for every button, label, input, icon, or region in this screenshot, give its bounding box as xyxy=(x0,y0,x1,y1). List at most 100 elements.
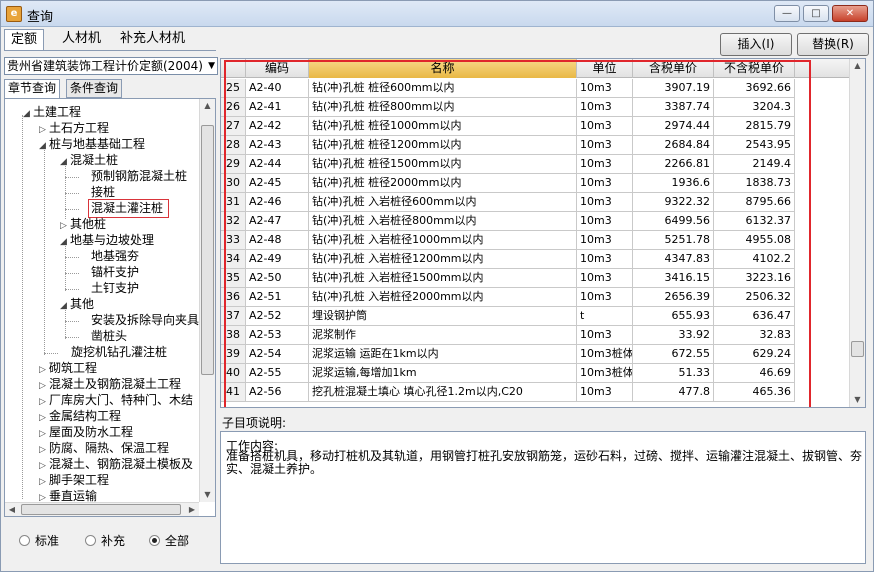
radio-standard[interactable]: 标准 xyxy=(19,532,59,549)
tree-node[interactable]: ▷ 砌筑工程 xyxy=(39,361,97,378)
tree-horizontal-scrollbar[interactable]: ◀ ▶ xyxy=(5,502,199,516)
tree-node[interactable]: 凿桩头 xyxy=(91,329,127,344)
tree-node[interactable]: ▷ 土石方工程 xyxy=(39,121,109,138)
scroll-up-icon[interactable]: ▲ xyxy=(850,59,865,73)
tree-node[interactable]: ◢ 桩与地基基础工程 xyxy=(39,137,145,154)
table-row[interactable]: 33 A2-48 钻(冲)孔桩 入岩桩径1000mm以内 10m3 5251.78 495… xyxy=(221,231,795,250)
expand-icon[interactable]: ▷ xyxy=(39,427,49,442)
header-name[interactable]: 名称 xyxy=(309,59,577,78)
table-row[interactable]: 34 A2-49 钻(冲)孔桩 入岩桩径1200mm以内 10m3 4347.83 410… xyxy=(221,250,795,269)
tree-node[interactable]: ▷ 混凝土、钢筋混凝土模板及 xyxy=(39,457,193,474)
header-unit[interactable]: 单位 xyxy=(577,59,633,78)
tree-node[interactable]: ▷ 脚手架工程 xyxy=(39,473,109,490)
maximize-button[interactable]: □ xyxy=(803,5,829,22)
tree-node[interactable]: 锚杆支护 xyxy=(91,265,139,280)
insert-button[interactable]: 插入(I) xyxy=(720,33,792,56)
table-row[interactable]: 28 A2-43 钻(冲)孔桩 桩径1200mm以内 10m3 2684.84 2543.… xyxy=(221,136,795,155)
collapse-icon[interactable]: ◢ xyxy=(39,139,49,154)
collapse-icon[interactable]: ◢ xyxy=(60,235,70,250)
tab-supplement-material[interactable]: 补充人材机 xyxy=(114,29,191,51)
expand-icon[interactable]: ▷ xyxy=(39,363,49,378)
tree-node[interactable]: 接桩 xyxy=(91,185,115,200)
tree-node[interactable]: ▷ 厂库房大门、特种门、木结 xyxy=(39,393,193,410)
collapse-icon[interactable]: ◢ xyxy=(23,107,33,122)
radio-all[interactable]: 全部 xyxy=(149,532,189,549)
tree-node[interactable]: ▷ 金属结构工程 xyxy=(39,409,121,426)
cell-price-notax: 2815.79 xyxy=(714,117,795,135)
scroll-up-icon[interactable]: ▲ xyxy=(200,99,215,113)
collapse-icon[interactable]: ◢ xyxy=(60,299,70,314)
table-row[interactable]: 30 A2-45 钻(冲)孔桩 桩径2000mm以内 10m3 1936.6 1838.7… xyxy=(221,174,795,193)
tree-node[interactable]: ◢ 地基与边坡处理 xyxy=(60,233,154,250)
cell-price-tax: 9322.32 xyxy=(633,193,714,211)
cell-name: 钻(冲)孔桩 桩径2000mm以内 xyxy=(309,174,577,192)
tab-chapter-query[interactable]: 章节查询 xyxy=(4,79,61,98)
expand-icon[interactable]: ▷ xyxy=(39,459,49,474)
table-row[interactable]: 36 A2-51 钻(冲)孔桩 入岩桩径2000mm以内 10m3 2656.39 250… xyxy=(221,288,795,307)
tree-node[interactable]: 旋挖机钻孔灌注桩 xyxy=(71,345,167,360)
tab-condition-query[interactable]: 条件查询 xyxy=(66,79,123,98)
expand-icon[interactable]: ▷ xyxy=(39,379,49,394)
scroll-down-icon[interactable]: ▼ xyxy=(200,488,215,502)
tree-node[interactable]: ◢ 土建工程 xyxy=(23,105,81,122)
tree-node[interactable]: 预制钢筋混凝土桩 xyxy=(91,169,187,184)
tree-node[interactable]: 安装及拆除导向夹具 xyxy=(91,313,199,328)
grid-vertical-scrollbar[interactable]: ▲ ▼ xyxy=(849,59,865,407)
expand-icon[interactable]: ▷ xyxy=(60,219,70,234)
query-window: e 查询 — □ ✕ 定额 人材机 补充人材机 插入(I) 替换(R) 贵州省建… xyxy=(0,0,874,572)
table-row[interactable]: 32 A2-47 钻(冲)孔桩 入岩桩径800mm以内 10m3 6499.56 6132… xyxy=(221,212,795,231)
cell-code: A2-45 xyxy=(246,174,309,192)
table-row[interactable]: 40 A2-55 泥浆运输,每增加1km 10m3桩体 51.33 46.69 xyxy=(221,364,795,383)
header-price-tax[interactable]: 含税单价 xyxy=(633,59,714,78)
table-row[interactable]: 35 A2-50 钻(冲)孔桩 入岩桩径1500mm以内 10m3 3416.15 322… xyxy=(221,269,795,288)
tree-node[interactable]: ▷ 混凝土及钢筋混凝土工程 xyxy=(39,377,181,394)
cell-unit: 10m3 xyxy=(577,193,633,211)
tab-labor-material[interactable]: 人材机 xyxy=(56,29,107,51)
replace-button[interactable]: 替换(R) xyxy=(797,33,869,56)
table-row[interactable]: 31 A2-46 钻(冲)孔桩 入岩桩径600mm以内 10m3 9322.32 8795… xyxy=(221,193,795,212)
tree-node[interactable]: ▷ 屋面及防水工程 xyxy=(39,425,133,442)
expand-icon[interactable]: ▷ xyxy=(39,443,49,458)
table-row[interactable]: 37 A2-52 埋设钢护筒 t 655.93 636.47 xyxy=(221,307,795,326)
minimize-button[interactable]: — xyxy=(774,5,800,22)
expand-icon[interactable]: ▷ xyxy=(39,123,49,138)
tree-node[interactable]: ▷ 其他桩 xyxy=(60,217,106,234)
collapse-icon[interactable]: ◢ xyxy=(60,155,70,170)
cell-name: 钻(冲)孔桩 入岩桩径1000mm以内 xyxy=(309,231,577,249)
quota-library-select[interactable]: 贵州省建筑装饰工程计价定额(2004) ▼ xyxy=(4,57,218,75)
tab-quota[interactable]: 定额 xyxy=(4,29,45,51)
expand-icon[interactable]: ▷ xyxy=(39,475,49,490)
scroll-right-icon[interactable]: ▶ xyxy=(185,503,199,516)
table-row[interactable]: 41 A2-56 挖孔桩混凝土填心 填心孔径1.2m以内,C20 10m3 477.8 4… xyxy=(221,383,795,402)
scroll-left-icon[interactable]: ◀ xyxy=(5,503,19,516)
header-price-notax[interactable]: 不含税单价 xyxy=(714,59,795,78)
expand-icon[interactable]: ▷ xyxy=(39,395,49,410)
tab-divider xyxy=(4,50,216,51)
scroll-down-icon[interactable]: ▼ xyxy=(850,393,865,407)
table-row[interactable]: 25 A2-40 钻(冲)孔桩 桩径600mm以内 10m3 3907.19 3692.6… xyxy=(221,79,795,98)
cell-unit: 10m3 xyxy=(577,136,633,154)
table-row[interactable]: 26 A2-41 钻(冲)孔桩 桩径800mm以内 10m3 3387.74 3204.3 xyxy=(221,98,795,117)
radio-supplement[interactable]: 补充 xyxy=(85,532,125,549)
table-row[interactable]: 29 A2-44 钻(冲)孔桩 桩径1500mm以内 10m3 2266.81 2149.… xyxy=(221,155,795,174)
tree-node[interactable]: ◢ 混凝土桩 xyxy=(60,153,118,170)
tree-node[interactable]: ▷ 防腐、隔热、保温工程 xyxy=(39,441,169,458)
header-code[interactable]: 编码 xyxy=(246,59,309,78)
table-row[interactable]: 27 A2-42 钻(冲)孔桩 桩径1000mm以内 10m3 2974.44 2815.… xyxy=(221,117,795,136)
chapter-tree: ◢ 土建工程 ▷ 土石方工程 ◢ 桩与地基基础工程 ◢ 混凝土桩 预制钢筋混凝土桩 接桩… xyxy=(4,98,216,517)
cell-price-tax: 3907.19 xyxy=(633,79,714,97)
tree-node[interactable]: 土钉支护 xyxy=(91,281,139,296)
cell-price-tax: 33.92 xyxy=(633,326,714,344)
cell-code: A2-55 xyxy=(246,364,309,382)
tree-node-selected[interactable]: 混凝土灌注桩 xyxy=(91,201,163,216)
tree-node[interactable]: ◢ 其他 xyxy=(60,297,94,314)
grid-scroll-thumb[interactable] xyxy=(851,341,864,357)
tree-hscroll-thumb[interactable] xyxy=(21,504,181,515)
close-button[interactable]: ✕ xyxy=(832,5,868,22)
table-row[interactable]: 39 A2-54 泥浆运输 运距在1km以内 10m3桩体 672.55 629.24 xyxy=(221,345,795,364)
table-row[interactable]: 38 A2-53 泥浆制作 10m3 33.92 32.83 xyxy=(221,326,795,345)
expand-icon[interactable]: ▷ xyxy=(39,411,49,426)
tree-vertical-scrollbar[interactable]: ▲ ▼ xyxy=(199,99,215,502)
tree-scroll-thumb[interactable] xyxy=(201,125,214,375)
tree-node[interactable]: 地基强夯 xyxy=(91,249,139,264)
